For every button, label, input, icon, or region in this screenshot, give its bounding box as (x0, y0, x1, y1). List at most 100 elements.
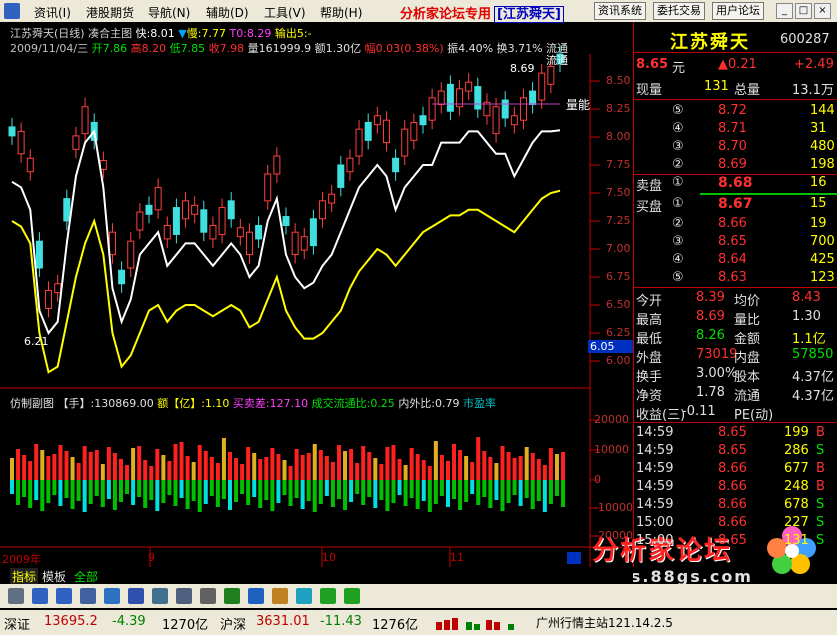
tick-time: 14:59 (636, 461, 674, 476)
volume-bar-up (324, 456, 329, 480)
status-bar: 深证 13695.2 -4.39 1270亿 沪深 3631.01 -11.43… (0, 610, 837, 635)
chain-icon[interactable] (200, 588, 216, 604)
rsi-icon[interactable] (128, 588, 144, 604)
volume-bar-down (554, 480, 559, 496)
menu-help[interactable]: 帮助(H) (320, 4, 362, 21)
volume-bar-down (52, 480, 57, 495)
menu-nav[interactable]: 导航(N) (148, 4, 190, 21)
volume-bar-up (349, 449, 354, 480)
menu-tools[interactable]: 工具(V) (264, 4, 306, 21)
volume-bar-down (185, 480, 190, 509)
buy-row: ② 8.66 19 (634, 216, 837, 234)
tick-time: 14:59 (636, 479, 674, 494)
low-label: 6.21 (24, 335, 49, 348)
print-icon[interactable] (8, 588, 24, 604)
candle-body (291, 231, 299, 256)
menu-assist[interactable]: 辅助(D) (206, 4, 249, 21)
volume-bar-up (70, 457, 75, 480)
trade-button[interactable]: 委托交易 (653, 2, 705, 20)
volume-bar-down (470, 480, 475, 494)
tick-side: S (816, 443, 825, 458)
restore-icon[interactable]: □ (795, 3, 812, 19)
volume-bar-down (10, 480, 14, 494)
tab-template[interactable]: 模板 (42, 568, 66, 585)
volume-bar-down (464, 480, 469, 502)
volume-bar-up (88, 452, 93, 480)
tick-side: B (816, 461, 825, 476)
line-icon[interactable] (104, 588, 120, 604)
menu-info[interactable]: 资讯(I) (34, 4, 71, 21)
volume: 425 (810, 252, 835, 267)
price: 8.72 (718, 103, 747, 118)
stat-value: 3.00% (696, 366, 738, 381)
volume-bar-down (34, 480, 39, 500)
volume-bar-down (500, 480, 505, 511)
back-icon[interactable] (32, 588, 48, 604)
candle-body (108, 231, 116, 256)
volume-bar-up (421, 460, 426, 480)
stat-label: 均价 (734, 294, 761, 309)
candle-body (319, 200, 327, 220)
info-system-button[interactable]: 资讯系统 (594, 2, 646, 20)
volume-bar-down (173, 480, 178, 506)
tick-time: 15:00 (636, 533, 674, 548)
tick-row: 15:00 8.66 227 S (634, 515, 837, 533)
price-tick: 7.50 (606, 186, 631, 199)
volume-bar-up (518, 456, 523, 480)
grid-icon[interactable] (176, 588, 192, 604)
volume-tick: 10000 (594, 443, 629, 456)
candle-body (227, 200, 235, 220)
candle-body (200, 209, 208, 233)
et-icon[interactable] (80, 588, 96, 604)
volume-bar-down (270, 480, 275, 511)
volume-bar-up (240, 464, 245, 480)
scroll-box[interactable] (567, 552, 581, 564)
forward-icon[interactable] (56, 588, 72, 604)
volume-bar-down (137, 480, 142, 497)
import-icon[interactable] (248, 588, 264, 604)
kline-chart[interactable]: 江苏舜天(日线) 凑合主图 快:8.01 ▼慢:7.77 T0:8.29 输出5… (0, 22, 633, 567)
down-arrow-icon[interactable] (344, 588, 360, 604)
level: ② (672, 216, 684, 231)
candle-body (282, 216, 290, 226)
pencil-icon[interactable] (272, 588, 288, 604)
stock-name: 江苏舜天 (670, 32, 750, 53)
volume-bar-down (488, 480, 493, 508)
candle-body (264, 173, 272, 202)
candle-body (145, 204, 153, 215)
stat-value: -0.11 (682, 404, 716, 419)
x-label-oct: 10 (322, 551, 336, 564)
tab-all[interactable]: 全部 (74, 568, 98, 585)
forum-button[interactable]: 用户论坛 (712, 2, 764, 20)
price-tick: 7.00 (606, 242, 631, 255)
volume-bar-up (197, 445, 202, 480)
x-label-nov: 11 (450, 551, 464, 564)
volume-bar-down (294, 480, 299, 498)
volume-row: 现量 131 总量 13.1万 (636, 79, 834, 98)
menu-hk-futures[interactable]: 港股期货 (86, 4, 134, 21)
close-icon[interactable]: × (814, 3, 831, 19)
diamond-icon[interactable] (296, 588, 312, 604)
volume-bar-down (415, 480, 420, 509)
price-tick: 6.75 (606, 270, 631, 283)
volume-bar-up (227, 452, 232, 480)
up-arrow-icon[interactable] (320, 588, 336, 604)
stat-value: 8.39 (696, 290, 725, 305)
volume-tick: 0 (594, 473, 601, 486)
tick-price: 8.65 (718, 425, 747, 440)
stat-value: 57850 (792, 347, 834, 362)
minimize-icon[interactable]: _ (776, 3, 793, 19)
stat-label: 流通 (734, 389, 761, 404)
tab-indicator[interactable]: 指标 (10, 568, 39, 585)
signal-icon[interactable] (224, 588, 240, 604)
price: 8.71 (718, 121, 747, 136)
volume-bar-down (518, 480, 523, 506)
table-icon[interactable] (152, 588, 168, 604)
candle-body (364, 121, 372, 141)
volume-bar-up (209, 457, 214, 480)
volume-bar-down (227, 480, 232, 510)
volume-bar-down (312, 480, 317, 512)
volume-bar-up (439, 455, 444, 480)
volume-bar-up (530, 453, 535, 480)
volume: 198 (810, 157, 835, 172)
